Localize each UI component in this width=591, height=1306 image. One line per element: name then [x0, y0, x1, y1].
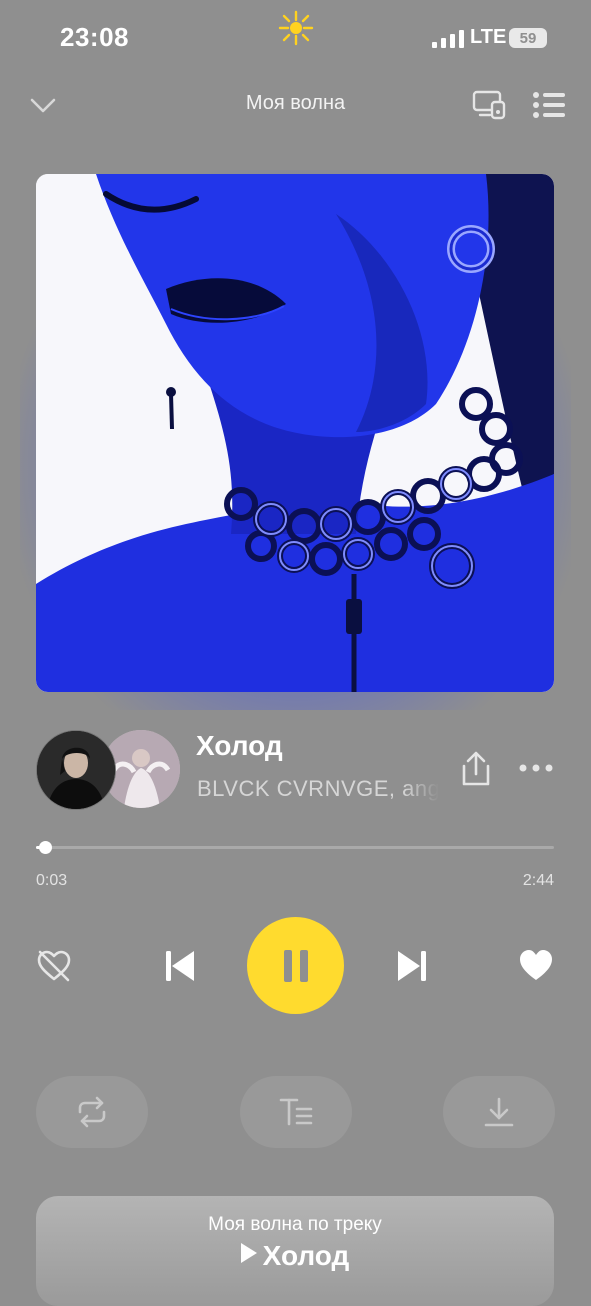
repeat-icon — [78, 1096, 106, 1128]
queue-icon[interactable] — [532, 90, 566, 120]
like-icon[interactable] — [518, 948, 554, 982]
card-title: Моя волна по треку — [208, 1214, 382, 1235]
lyrics-icon — [279, 1098, 313, 1126]
share-icon[interactable] — [458, 750, 494, 788]
signal-icon — [432, 30, 464, 48]
download-icon — [484, 1097, 514, 1127]
progress-handle[interactable] — [39, 841, 53, 854]
sun-icon — [278, 10, 314, 46]
lyrics-button[interactable] — [240, 1076, 352, 1148]
pause-icon — [283, 949, 308, 982]
duration: 2:44 — [522, 872, 554, 889]
battery-icon: 59 — [509, 28, 547, 48]
download-button[interactable] — [443, 1076, 555, 1148]
card-track-label: Холод — [262, 1240, 350, 1271]
current-time: 0:03 — [36, 872, 68, 889]
status-time: 23:08 — [60, 22, 129, 52]
progress-bar[interactable] — [36, 846, 554, 849]
next-icon[interactable] — [392, 946, 432, 986]
my-wave-by-track-card[interactable]: Моя волна по треку Холод — [36, 1196, 554, 1306]
network-label: LTE — [470, 26, 507, 48]
repeat-button[interactable] — [36, 1076, 148, 1148]
play-icon — [240, 1243, 257, 1263]
track-artist[interactable]: BLVCK CVRNVGE, angelic — [197, 776, 439, 802]
device-icon[interactable] — [472, 88, 506, 122]
album-cover — [36, 174, 554, 692]
dislike-icon[interactable] — [36, 948, 72, 984]
pause-button[interactable] — [247, 917, 344, 1014]
artist-avatar-1[interactable] — [36, 730, 116, 810]
track-title[interactable]: Холод — [196, 730, 283, 762]
more-icon[interactable] — [518, 758, 554, 778]
card-track: Холод — [36, 1240, 554, 1272]
previous-icon[interactable] — [160, 946, 200, 986]
